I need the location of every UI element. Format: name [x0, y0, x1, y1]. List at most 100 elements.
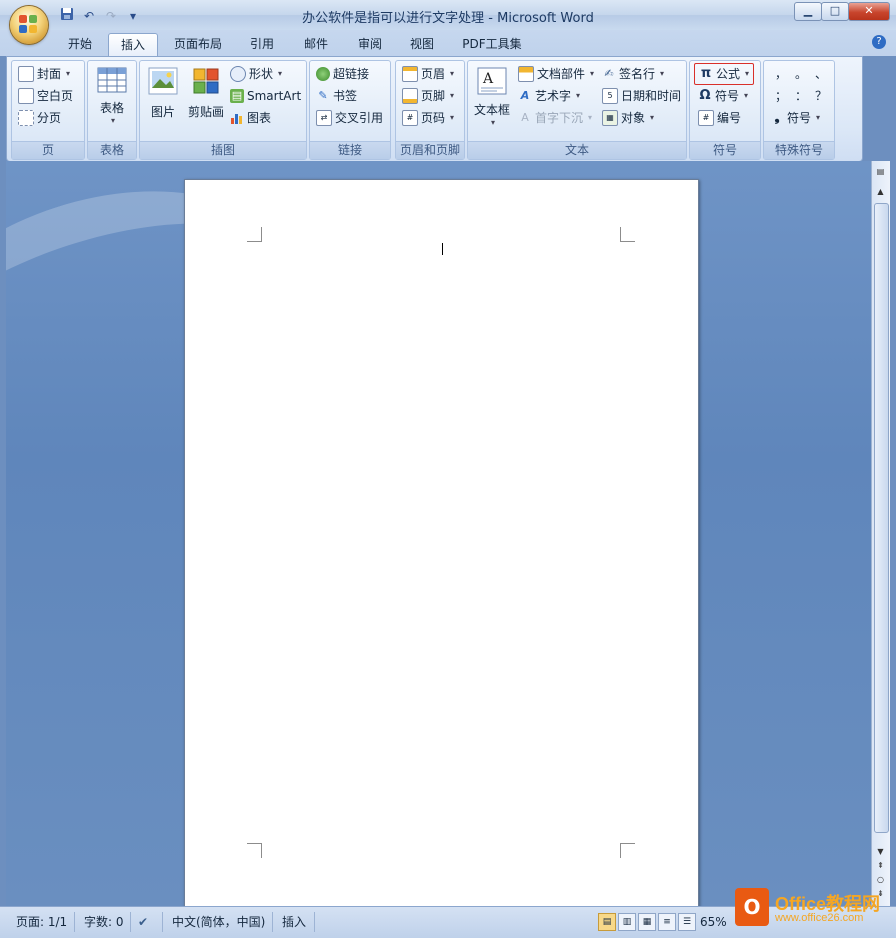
blank-page-label: 空白页: [37, 89, 74, 103]
special-symbol-button[interactable]: ❟ 符号 ▾: [770, 108, 820, 128]
signature-line-label: 签名行: [619, 67, 656, 81]
web-layout-icon[interactable]: ▦: [638, 913, 656, 931]
table-icon: [97, 67, 127, 93]
table-button[interactable]: 表格 ▾: [94, 67, 130, 125]
symbol-button[interactable]: Ω 符号 ▾: [698, 86, 748, 106]
cover-page-button[interactable]: 封面 ▾: [18, 64, 70, 84]
print-layout-icon[interactable]: ▤: [598, 913, 616, 931]
special-char-semicolon[interactable]: ；: [774, 86, 788, 106]
chart-button[interactable]: 图表: [230, 108, 271, 128]
chart-icon: [231, 114, 242, 124]
cross-reference-button[interactable]: ⇄ 交叉引用: [316, 108, 383, 128]
special-char-enum-comma[interactable]: 、: [814, 64, 828, 84]
header-label: 页眉: [421, 67, 446, 81]
dropcap-button[interactable]: A 首字下沉 ▾: [518, 108, 592, 128]
blank-page-button[interactable]: 空白页: [18, 86, 73, 106]
hyperlink-button[interactable]: 超链接: [316, 64, 369, 84]
status-page-count[interactable]: 页面: 1/1: [16, 912, 67, 932]
tab-insert[interactable]: 插入: [108, 33, 158, 57]
group-tables: 表格 ▾ 表格: [87, 60, 137, 160]
group-symbols: π 公式 ▾ Ω 符号 ▾ # 编号 符号: [689, 60, 761, 160]
bookmark-icon: ✎: [318, 89, 328, 102]
shapes-button[interactable]: 形状 ▾: [230, 64, 282, 84]
group-illustrations: 图片 剪贴画 形状 ▾ ▤ SmartArt 图表 插图: [139, 60, 307, 160]
outline-icon[interactable]: ≡: [658, 913, 676, 931]
quick-parts-label: 文档部件: [537, 67, 586, 81]
draft-icon[interactable]: ☰: [678, 913, 696, 931]
cover-page-label: 封面: [37, 67, 62, 81]
quick-parts-button[interactable]: 文档部件 ▾: [518, 64, 594, 84]
table-label: 表格: [99, 101, 124, 115]
bookmark-button[interactable]: ✎ 书签: [316, 86, 357, 106]
minimize-button[interactable]: ▁: [794, 2, 822, 21]
close-button[interactable]: ✕: [848, 2, 890, 21]
tab-home[interactable]: 开始: [60, 33, 100, 55]
signature-line-button[interactable]: ✍ 签名行 ▾: [602, 64, 664, 84]
object-button[interactable]: ▦ 对象 ▾: [602, 108, 654, 128]
tab-pdf-tools[interactable]: PDF工具集: [456, 33, 528, 55]
special-char-period[interactable]: 。: [794, 64, 808, 84]
previous-page-icon[interactable]: ⇞: [874, 859, 887, 872]
proofing-icon[interactable]: ✔: [138, 912, 148, 932]
clipart-button[interactable]: 剪贴画: [184, 67, 228, 120]
header-button[interactable]: 页眉 ▾: [402, 64, 454, 84]
dropcap-label: 首字下沉: [535, 111, 584, 125]
cross-reference-label: 交叉引用: [335, 111, 384, 125]
tab-page-layout[interactable]: 页面布局: [166, 33, 230, 55]
special-char-colon[interactable]: ：: [794, 86, 808, 106]
page-number-button[interactable]: # 页码 ▾: [402, 108, 454, 128]
wordart-label: 艺术字: [535, 89, 572, 103]
page-break-button[interactable]: 分页: [18, 108, 61, 128]
group-links: 超链接 ✎ 书签 ⇄ 交叉引用 链接: [309, 60, 391, 160]
clipart-label: 剪贴画: [187, 105, 224, 119]
page-break-icon: [18, 110, 34, 126]
group-label-links: 链接: [310, 141, 390, 159]
scroll-up-icon[interactable]: ▲: [874, 185, 887, 198]
scroll-down-icon[interactable]: ▼: [874, 845, 887, 858]
group-label-tables: 表格: [88, 141, 136, 159]
ruler-toggle-icon[interactable]: ▤: [874, 165, 887, 178]
tab-review[interactable]: 审阅: [348, 33, 392, 55]
hyperlink-icon: [316, 67, 330, 81]
status-language[interactable]: 中文(简体，中国): [172, 912, 265, 932]
datetime-button[interactable]: 5 日期和时间: [602, 86, 681, 106]
page-number-icon: #: [402, 110, 418, 126]
wordart-icon: A: [520, 89, 530, 102]
picture-button[interactable]: 图片: [144, 67, 182, 120]
office-button[interactable]: [10, 6, 48, 44]
group-label-symbols: 符号: [690, 141, 760, 159]
maximize-button[interactable]: □: [821, 2, 849, 21]
object-icon: ▦: [602, 110, 618, 126]
status-word-count[interactable]: 字数: 0: [84, 912, 124, 932]
special-char-question[interactable]: ？: [814, 86, 828, 106]
equation-button[interactable]: π 公式 ▾: [694, 63, 755, 85]
special-char-comma[interactable]: ，: [774, 64, 788, 84]
header-icon: [402, 66, 418, 82]
group-header-footer: 页眉 ▾ 页脚 ▾ # 页码 ▾ 页眉和页脚: [395, 60, 465, 160]
document-page[interactable]: [184, 179, 699, 906]
margin-corner-bottom-left: [247, 843, 262, 858]
cover-page-icon: [18, 66, 34, 82]
comma-icon: ❟: [774, 110, 780, 125]
textbox-icon: A: [477, 67, 507, 95]
smartart-button[interactable]: ▤ SmartArt: [230, 86, 301, 106]
page-number-label: 页码: [421, 111, 446, 125]
wordart-button[interactable]: A 艺术字 ▾: [518, 86, 580, 106]
numbering-icon: #: [698, 110, 714, 126]
footer-button[interactable]: 页脚 ▾: [402, 86, 454, 106]
status-insert-mode[interactable]: 插入: [282, 912, 306, 932]
tab-view[interactable]: 视图: [400, 33, 444, 55]
scroll-thumb[interactable]: [874, 203, 889, 833]
browse-object-icon[interactable]: ○: [874, 873, 887, 886]
vertical-scrollbar[interactable]: ▤ ▲ ▼ ⇞ ○ ⇟: [871, 161, 890, 906]
textbox-button[interactable]: A 文本框 ▾: [472, 67, 512, 127]
zoom-level[interactable]: 65%: [700, 912, 727, 932]
help-icon[interactable]: ?: [872, 35, 886, 49]
office-logo-icon: [19, 15, 39, 35]
tab-references[interactable]: 引用: [240, 33, 284, 55]
numbering-button[interactable]: # 编号: [698, 108, 741, 128]
full-screen-reading-icon[interactable]: ▥: [618, 913, 636, 931]
tab-mailings[interactable]: 邮件: [294, 33, 338, 55]
view-buttons: ▤ ▥ ▦ ≡ ☰: [598, 913, 696, 931]
status-separator: [314, 912, 315, 932]
